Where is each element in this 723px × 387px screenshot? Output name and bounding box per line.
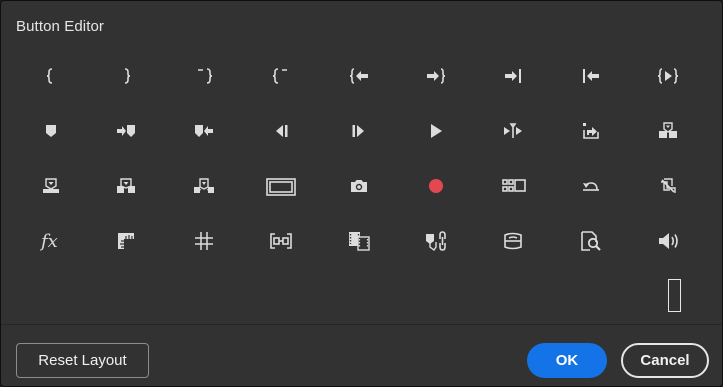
go-to-previous-marker-icon[interactable] bbox=[179, 109, 229, 153]
dialog-title: Button Editor bbox=[16, 18, 105, 35]
play-around-icon[interactable] bbox=[488, 109, 538, 153]
step-forward-icon[interactable] bbox=[334, 109, 384, 153]
svg-text:fx: fx bbox=[39, 231, 58, 252]
lift-icon[interactable] bbox=[643, 109, 693, 153]
go-to-in-icon[interactable] bbox=[334, 54, 384, 98]
go-to-out-icon[interactable] bbox=[411, 54, 461, 98]
show-rulers-icon[interactable] bbox=[101, 219, 151, 263]
overwrite-icon[interactable] bbox=[179, 164, 229, 208]
play-stop-icon[interactable] bbox=[411, 109, 461, 153]
mark-in-icon[interactable] bbox=[26, 54, 76, 98]
step-back-icon[interactable] bbox=[256, 109, 306, 153]
comparison-view-icon[interactable] bbox=[334, 219, 384, 263]
toggle-proxies-icon[interactable] bbox=[643, 164, 693, 208]
go-to-in-point-icon[interactable] bbox=[566, 54, 616, 98]
clear-out-icon[interactable] bbox=[256, 54, 306, 98]
show-guides-icon[interactable] bbox=[179, 219, 229, 263]
footer-divider bbox=[1, 324, 722, 325]
play-in-to-out-icon[interactable] bbox=[643, 54, 693, 98]
loop-icon[interactable] bbox=[566, 164, 616, 208]
record-icon[interactable] bbox=[411, 164, 461, 208]
clear-in-icon[interactable] bbox=[179, 54, 229, 98]
go-to-out-point-icon[interactable] bbox=[488, 54, 538, 98]
reset-layout-button[interactable]: Reset Layout bbox=[16, 343, 149, 378]
cancel-button[interactable]: Cancel bbox=[621, 343, 709, 378]
global-fx-mute-icon[interactable] bbox=[566, 219, 616, 263]
go-to-next-marker-icon[interactable] bbox=[101, 109, 151, 153]
button-editor-dialog: Button Editor fx Reset Layout OK Cancel bbox=[0, 0, 723, 387]
ok-button[interactable]: OK bbox=[527, 343, 607, 378]
insert-icon[interactable] bbox=[101, 164, 151, 208]
empty-button-slot[interactable] bbox=[668, 279, 681, 312]
snap-icon[interactable] bbox=[256, 219, 306, 263]
vr-video-icon[interactable] bbox=[488, 219, 538, 263]
extract-icon[interactable] bbox=[26, 164, 76, 208]
mark-out-icon[interactable] bbox=[101, 54, 151, 98]
camera-icon[interactable] bbox=[334, 164, 384, 208]
export-frame-icon[interactable] bbox=[566, 109, 616, 153]
volume-icon[interactable] bbox=[643, 219, 693, 263]
add-marker-icon[interactable] bbox=[26, 109, 76, 153]
safe-margins-icon[interactable] bbox=[256, 164, 306, 208]
multi-camera-icon[interactable] bbox=[488, 164, 538, 208]
fx-icon[interactable]: fx bbox=[26, 219, 76, 263]
marker-link-icon[interactable] bbox=[411, 219, 461, 263]
